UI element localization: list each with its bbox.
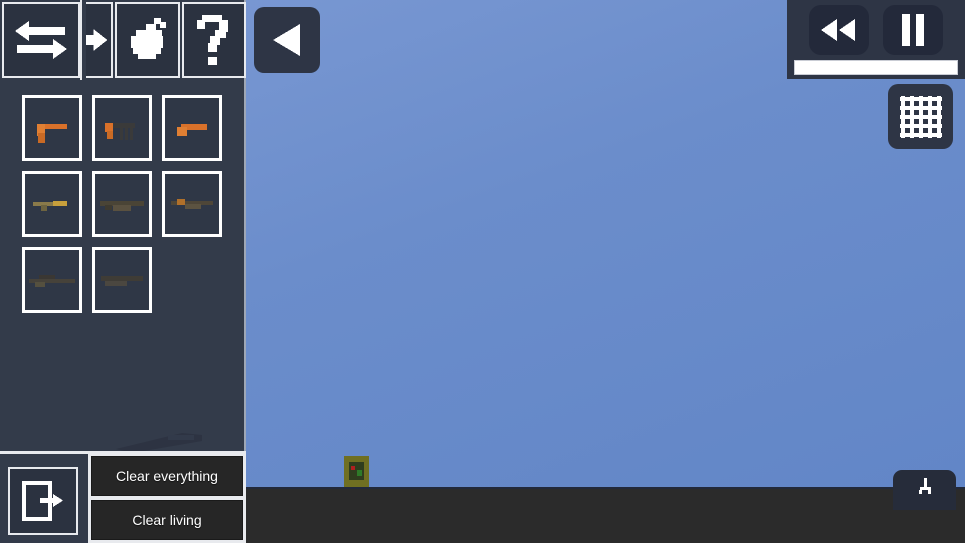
weapon-slot-pistol[interactable]: [22, 95, 82, 161]
weapon-slot-sniper-rifle[interactable]: [22, 247, 82, 313]
weapon-slot-battle-rifle[interactable]: [162, 171, 222, 237]
playback-controls: [809, 5, 943, 55]
triangle-left-icon: [273, 24, 300, 56]
clear-everything-button[interactable]: Clear everything: [91, 456, 243, 496]
weapon-slot-carbine[interactable]: [22, 171, 82, 237]
back-button[interactable]: [254, 7, 320, 73]
swap-arrows-button[interactable]: [2, 2, 80, 78]
grid-icon: [899, 95, 942, 138]
swap-arrows-icon: [15, 21, 67, 59]
question-mark-icon: [196, 15, 228, 65]
bottom-panel-tab[interactable]: [893, 470, 956, 510]
help-button[interactable]: [181, 2, 247, 78]
playback-panel: [787, 0, 965, 79]
battle-rifle-icon: [171, 199, 213, 209]
rewind-button[interactable]: [809, 5, 869, 55]
arrow-right-button[interactable]: [85, 2, 114, 78]
clear-living-button[interactable]: Clear living: [91, 500, 243, 540]
grid-toggle-button[interactable]: [888, 84, 953, 149]
anchor-icon: [918, 478, 931, 494]
heavy-rifle-icon: [101, 276, 143, 286]
grenade-icon: [131, 18, 167, 59]
smg-icon: [105, 123, 135, 140]
left-sidebar: [0, 0, 247, 453]
carbine-icon: [33, 201, 67, 211]
sawed-off-icon: [177, 124, 207, 136]
assault-rifle-icon: [100, 201, 144, 211]
crate-entity[interactable]: [341, 456, 372, 487]
pistol-icon: [37, 124, 67, 143]
sidebar-toolbar: [0, 0, 247, 80]
entity-red-pixel: [351, 466, 355, 470]
rewind-icon: [821, 19, 855, 41]
speed-slider[interactable]: [794, 60, 958, 75]
pause-button[interactable]: [883, 5, 943, 55]
exit-button[interactable]: [8, 467, 78, 535]
weapon-slot-assault-rifle[interactable]: [92, 171, 152, 237]
weapon-slot-smg[interactable]: [92, 95, 152, 161]
grenade-button[interactable]: [115, 2, 180, 78]
weapon-slot-heavy-rifle[interactable]: [92, 247, 152, 313]
arrow-right-icon: [85, 29, 108, 51]
pause-icon: [902, 14, 924, 46]
sniper-rifle-icon: [29, 275, 75, 287]
weapon-slot-sawed-off[interactable]: [162, 95, 222, 161]
exit-door-icon: [22, 481, 63, 521]
entity-green-pixel: [357, 470, 362, 476]
weapon-grid: [22, 95, 222, 313]
clear-button-group: Clear everything Clear living: [88, 453, 246, 543]
toolbar-divider: [80, 0, 82, 80]
